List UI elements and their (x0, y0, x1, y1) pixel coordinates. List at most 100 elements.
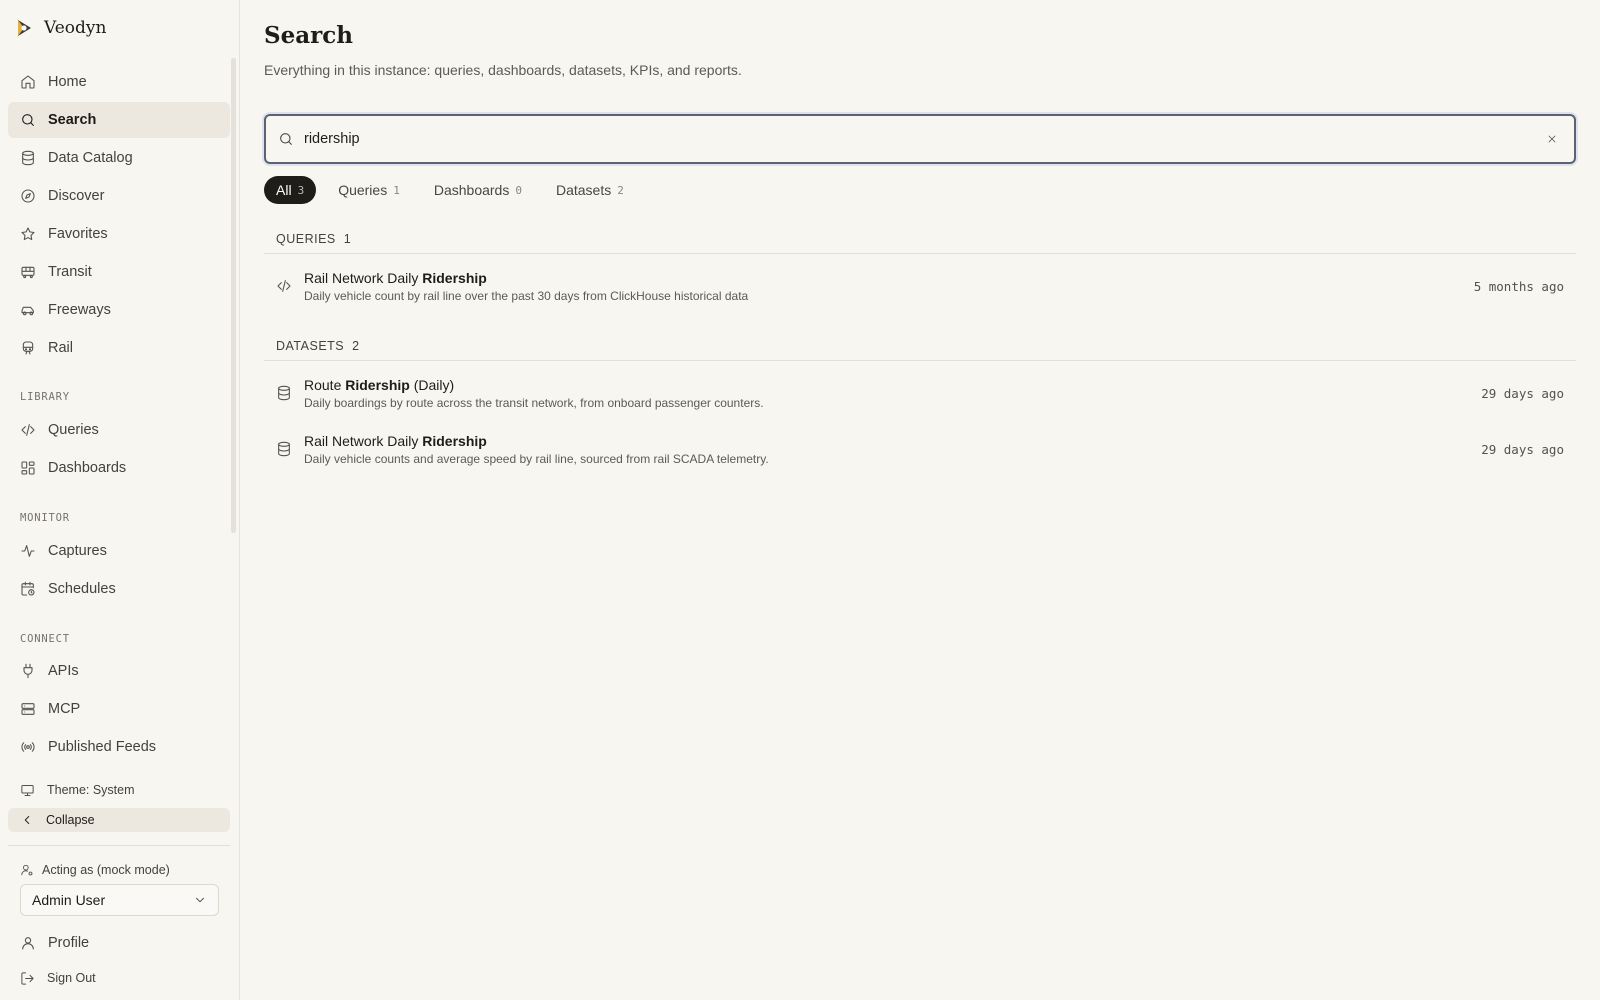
sidebar-item-home[interactable]: Home (8, 64, 230, 100)
search-icon (280, 133, 292, 145)
sidebar-item-label: Favorites (48, 226, 108, 242)
sidebar-scrollbar[interactable] (231, 58, 236, 533)
sidebar-item-favorites[interactable]: Favorites (8, 216, 230, 252)
sidebar-item-dashboards[interactable]: Dashboards (8, 450, 230, 486)
page-title: Search (264, 22, 353, 49)
result-description: Daily boardings by route across the tran… (304, 396, 764, 410)
tab-dashboards[interactable]: Dashboards 0 (422, 176, 534, 204)
result-item[interactable]: Rail Network Daily Ridership Daily vehic… (264, 260, 1576, 312)
sidebar-item-data-catalog[interactable]: Data Catalog (8, 140, 230, 176)
acting-user-value: Admin User (32, 892, 106, 908)
radio-icon (21, 742, 35, 752)
tab-datasets[interactable]: Datasets 2 (544, 176, 636, 204)
result-title-text: Route (304, 377, 346, 393)
sidebar-item-label: Rail (48, 340, 73, 356)
sidebar-divider (8, 845, 230, 846)
sign-out-button[interactable]: Sign Out (8, 966, 230, 990)
theme-label: Theme: System (47, 783, 135, 797)
result-title: Rail Network Daily Ridership (304, 432, 1481, 450)
database-icon (22, 150, 34, 166)
database-icon (278, 441, 290, 457)
tab-all[interactable]: All 3 (264, 176, 317, 204)
server-icon (21, 703, 35, 715)
sidebar-item-label: Home (48, 74, 87, 90)
collapse-button[interactable]: Collapse (8, 808, 230, 832)
clear-search-button[interactable] (1542, 129, 1562, 149)
sidebar-item-profile[interactable]: Profile (8, 926, 230, 960)
tab-queries[interactable]: Queries 1 (326, 176, 412, 204)
star-icon (21, 227, 35, 241)
result-item[interactable]: Rail Network Daily Ridership Daily vehic… (264, 423, 1576, 475)
sidebar-item-captures[interactable]: Captures (8, 533, 230, 569)
sidebar-item-mcp[interactable]: MCP (8, 691, 230, 727)
result-title-text: Rail Network Daily (304, 433, 423, 449)
section-label-library: LIBRARY (20, 391, 70, 403)
sign-out-label: Sign Out (47, 971, 96, 985)
logo-icon (18, 20, 31, 36)
sidebar-item-apis[interactable]: APIs (8, 653, 230, 689)
sidebar-item-label: Queries (48, 422, 99, 438)
tab-count: 3 (297, 183, 305, 197)
result-item[interactable]: Route Ridership (Daily) Daily boardings … (264, 367, 1576, 419)
car-icon (21, 306, 34, 316)
bus-icon (21, 266, 35, 279)
sidebar-item-label: APIs (48, 663, 79, 679)
group-count: 1 (343, 231, 352, 246)
user-cog-icon (21, 864, 33, 876)
sidebar-item-label: Freeways (48, 302, 111, 318)
search-icon (22, 114, 34, 126)
result-title: Route Ridership (Daily) (304, 376, 1481, 394)
calendar-clock-icon (21, 581, 35, 596)
sidebar-item-queries[interactable]: Queries (8, 412, 230, 448)
result-title-match: Ridership (422, 433, 487, 449)
dashboard-icon (21, 461, 35, 475)
tab-count: 2 (617, 183, 624, 197)
code-icon (277, 280, 291, 292)
sidebar-item-label: Data Catalog (48, 150, 133, 166)
sidebar-item-label: Search (48, 112, 97, 128)
sidebar-item-label: Schedules (48, 581, 116, 597)
section-label-monitor: MONITOR (20, 512, 70, 524)
close-icon (1548, 135, 1556, 143)
activity-icon (21, 545, 35, 557)
sidebar-item-published-feeds[interactable]: Published Feeds (8, 729, 230, 765)
result-timestamp: 29 days ago (1481, 385, 1564, 401)
collapse-label: Collapse (46, 813, 95, 827)
result-title-text: (Daily) (409, 377, 455, 393)
sidebar-item-search[interactable]: Search (8, 102, 230, 138)
sidebar-item-freeways[interactable]: Freeways (8, 292, 230, 328)
train-icon (22, 341, 34, 355)
result-title-match: Ridership (345, 377, 410, 393)
tab-label: Queries (338, 182, 388, 198)
group-title: DATASETS (276, 338, 345, 353)
sidebar-item-label: Discover (48, 188, 105, 204)
chevron-down-icon (196, 897, 204, 903)
acting-user-select[interactable]: Admin User (20, 884, 219, 916)
brand[interactable]: Veodyn (14, 16, 106, 40)
log-out-icon (21, 971, 34, 985)
result-filter-tabs: All 3 Queries 1 Dashboards 0 Datasets 2 (264, 176, 636, 204)
home-icon (21, 75, 35, 89)
brand-name: Veodyn (44, 18, 107, 38)
tab-count: 0 (515, 183, 522, 197)
tab-label: Dashboards (433, 182, 510, 198)
section-label-connect: CONNECT (20, 633, 70, 645)
database-icon (278, 385, 290, 401)
plug-icon (23, 663, 33, 679)
group-header-datasets: DATASETS 2 (264, 331, 1576, 361)
sidebar-item-label: Dashboards (48, 460, 127, 476)
result-title: Rail Network Daily Ridership (304, 269, 1474, 287)
tab-label: Datasets (555, 182, 612, 198)
theme-toggle[interactable]: Theme: System (8, 778, 230, 802)
tab-label: All (276, 182, 292, 198)
group-title: QUERIES (276, 231, 336, 246)
result-title-match: Ridership (422, 270, 487, 286)
group-count: 2 (352, 338, 360, 353)
sidebar-item-rail[interactable]: Rail (8, 330, 230, 366)
user-icon (22, 937, 34, 950)
sidebar-item-schedules[interactable]: Schedules (8, 571, 230, 607)
sidebar-item-discover[interactable]: Discover (8, 178, 230, 214)
search-box (264, 114, 1576, 164)
sidebar-item-transit[interactable]: Transit (8, 254, 230, 290)
search-input[interactable] (304, 131, 1542, 147)
